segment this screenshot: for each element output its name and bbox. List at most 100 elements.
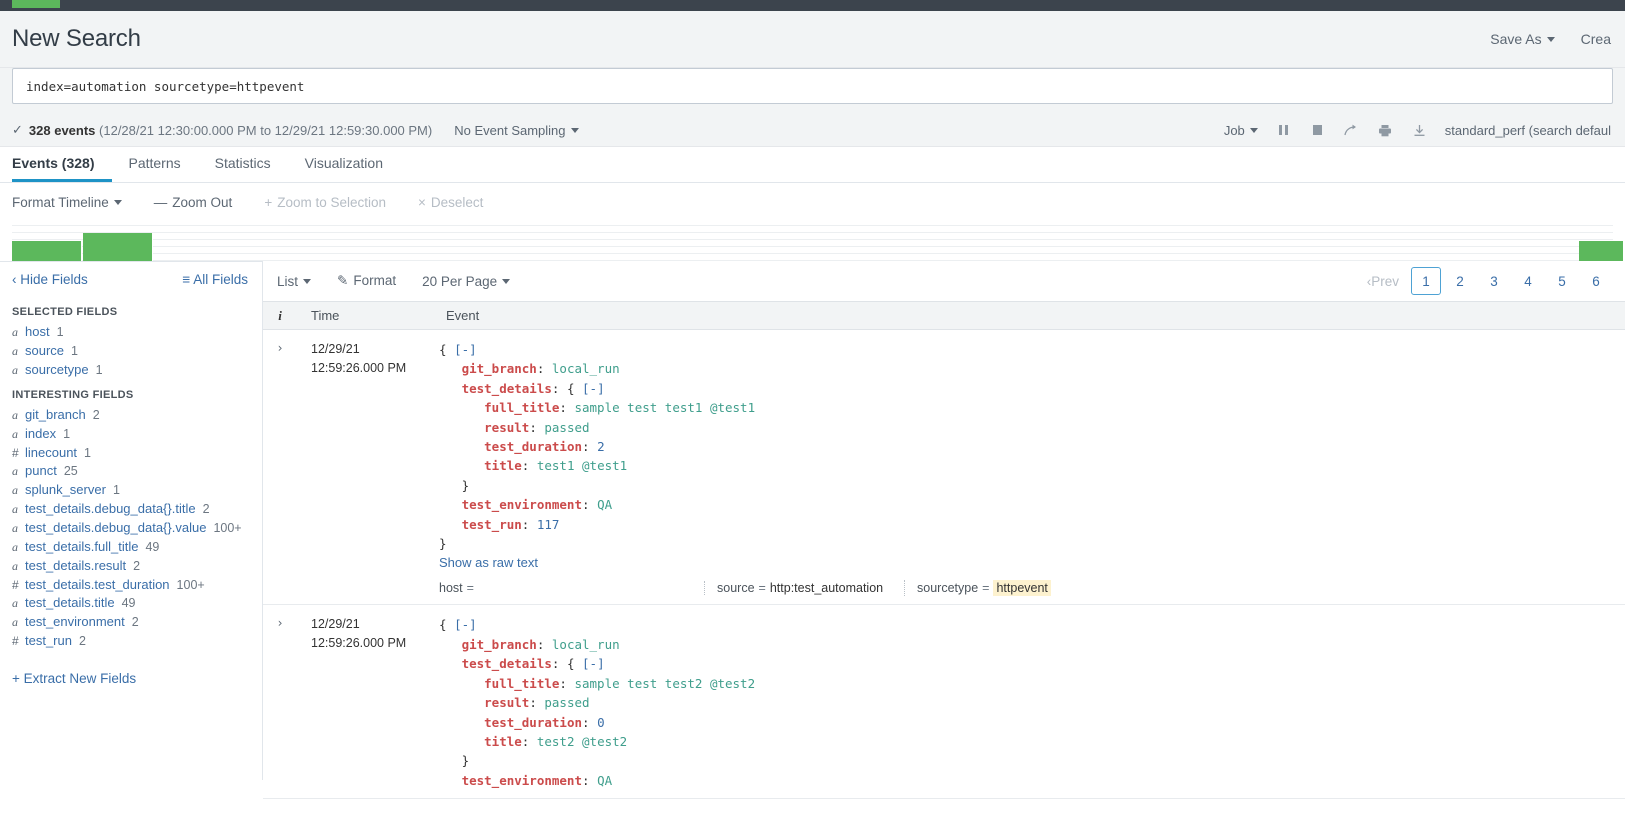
field-item-splunk_server[interactable]: a splunk_server 1 (0, 480, 262, 499)
share-icon[interactable] (1343, 122, 1360, 139)
field-item-git_branch[interactable]: a git_branch 2 (0, 405, 262, 424)
stop-icon[interactable] (1309, 122, 1326, 139)
event-time-cell[interactable]: 12/29/21 12:59:26.000 PM (297, 329, 432, 606)
event-time-cell[interactable]: 12/29/21 12:59:26.000 PM (297, 604, 432, 800)
field-item-punct[interactable]: a punct 25 (0, 461, 262, 480)
field-item-test_details.debug_data{}.value[interactable]: a test_details.debug_data{}.value 100+ (0, 518, 262, 537)
pagination-page-6[interactable]: 6 (1581, 267, 1611, 295)
search-mode-label[interactable]: standard_perf (search defaul (1445, 123, 1611, 138)
search-input[interactable] (24, 77, 1601, 95)
field-item-test_details.result[interactable]: a test_details.result 2 (0, 556, 262, 575)
expand-row-icon[interactable]: › (276, 616, 283, 630)
json-key[interactable]: test_details (462, 381, 552, 396)
json-line: } (439, 534, 1625, 553)
pagination-page-3[interactable]: 3 (1479, 267, 1509, 295)
json-key[interactable]: test_environment (462, 497, 582, 512)
json-value[interactable]: test2 @test2 (537, 734, 627, 749)
json-value[interactable]: sample test test2 @test2 (574, 676, 755, 691)
event-time: 12:59:26.000 PM (311, 361, 407, 375)
job-button[interactable]: Job (1224, 123, 1258, 138)
json-collapse-toggle[interactable]: [-] (454, 617, 477, 632)
pagination-page-2[interactable]: 2 (1445, 267, 1475, 295)
field-item-index[interactable]: a index 1 (0, 424, 262, 443)
pagination-page-1[interactable]: 1 (1411, 267, 1441, 295)
all-fields-button[interactable]: ≡ All Fields (182, 272, 248, 287)
json-key[interactable]: title (484, 458, 522, 473)
json-key[interactable]: git_branch (462, 637, 537, 652)
field-item-sourcetype[interactable]: a sourcetype 1 (0, 360, 262, 379)
json-value[interactable]: 117 (537, 517, 560, 532)
json-value[interactable]: passed (544, 420, 589, 435)
field-item-test_run[interactable]: # test_run 2 (0, 631, 262, 649)
create-button[interactable]: Crea (1581, 31, 1611, 47)
json-value[interactable]: 2 (597, 439, 605, 454)
json-collapse-toggle[interactable]: [-] (454, 342, 477, 357)
timeline-bar[interactable] (1579, 241, 1624, 261)
field-name: test_details.result (25, 557, 127, 573)
search-bar[interactable] (12, 68, 1613, 104)
json-key[interactable]: result (484, 420, 529, 435)
list-view-button[interactable]: List (277, 274, 312, 289)
json-key[interactable]: test_details (462, 656, 552, 671)
save-as-button[interactable]: Save As (1490, 31, 1555, 47)
pause-icon[interactable] (1275, 122, 1292, 139)
field-item-source[interactable]: a source 1 (0, 341, 262, 360)
field-item-test_details.title[interactable]: a test_details.title 49 (0, 593, 262, 612)
json-value[interactable]: sample test test1 @test1 (574, 400, 755, 415)
event-sampling-button[interactable]: No Event Sampling (454, 123, 579, 138)
json-value[interactable]: QA (597, 773, 612, 788)
download-icon[interactable] (1411, 122, 1428, 139)
header-actions: Save As Crea (1490, 31, 1611, 47)
json-key[interactable]: test_environment (462, 773, 582, 788)
tab-visualization[interactable]: Visualization (305, 147, 401, 182)
expand-row-icon[interactable]: › (276, 341, 283, 355)
hide-fields-button[interactable]: ‹ Hide Fields (12, 272, 88, 287)
field-item-test_details.test_duration[interactable]: # test_details.test_duration 100+ (0, 575, 262, 593)
tab-statistics[interactable]: Statistics (215, 147, 289, 182)
interesting-fields-title: INTERESTING FIELDS (12, 389, 134, 401)
field-item-test_environment[interactable]: a test_environment 2 (0, 612, 262, 631)
format-button[interactable]: ✎ Format (337, 273, 396, 289)
json-key[interactable]: test_duration (484, 715, 582, 730)
json-key[interactable]: test_duration (484, 439, 582, 454)
json-value[interactable]: QA (597, 497, 612, 512)
tab-events-label: Events (328) (12, 155, 95, 171)
json-value[interactable]: test1 @test1 (537, 458, 627, 473)
metadata-value[interactable]: httpevent (993, 580, 1051, 597)
json-collapse-toggle[interactable]: [-] (582, 656, 605, 671)
events-timeline[interactable] (12, 221, 1624, 261)
print-icon[interactable] (1377, 122, 1394, 139)
json-key[interactable]: full_title (484, 400, 559, 415)
json-line: { [-] (439, 615, 1625, 634)
json-collapse-toggle[interactable]: [-] (582, 381, 605, 396)
json-key[interactable]: git_branch (462, 361, 537, 376)
field-item-test_details.full_title[interactable]: a test_details.full_title 49 (0, 537, 262, 556)
tab-patterns[interactable]: Patterns (128, 147, 198, 182)
json-value[interactable]: passed (544, 695, 589, 710)
json-key[interactable]: result (484, 695, 529, 710)
field-count: 1 (71, 343, 78, 358)
json-value[interactable]: local_run (552, 637, 620, 652)
json-key[interactable]: test_run (462, 517, 522, 532)
pagination-page-4[interactable]: 4 (1513, 267, 1543, 295)
pagination-page-5[interactable]: 5 (1547, 267, 1577, 295)
extract-new-fields-button[interactable]: + Extract New Fields (0, 649, 262, 686)
timeline-bar[interactable] (12, 241, 82, 261)
string-type-icon: a (12, 520, 18, 535)
save-as-label: Save As (1490, 31, 1542, 47)
metadata-value[interactable]: http:test_automation (770, 581, 883, 595)
json-value[interactable]: local_run (552, 361, 620, 376)
zoom-out-button[interactable]: — Zoom Out (154, 195, 233, 210)
splunk-logo[interactable] (12, 0, 60, 8)
per-page-button[interactable]: 20 Per Page (422, 274, 511, 289)
json-key[interactable]: full_title (484, 676, 559, 691)
field-item-test_details.debug_data{}.title[interactable]: a test_details.debug_data{}.title 2 (0, 499, 262, 518)
tab-events[interactable]: Events (328) (12, 147, 113, 182)
field-item-host[interactable]: a host 1 (0, 322, 262, 341)
show-raw-text-link[interactable]: Show as raw text (439, 555, 538, 570)
format-timeline-button[interactable]: Format Timeline (12, 195, 122, 210)
json-value[interactable]: 0 (597, 715, 605, 730)
json-key[interactable]: title (484, 734, 522, 749)
field-item-linecount[interactable]: # linecount 1 (0, 443, 262, 461)
timeline-bar[interactable] (83, 233, 153, 261)
